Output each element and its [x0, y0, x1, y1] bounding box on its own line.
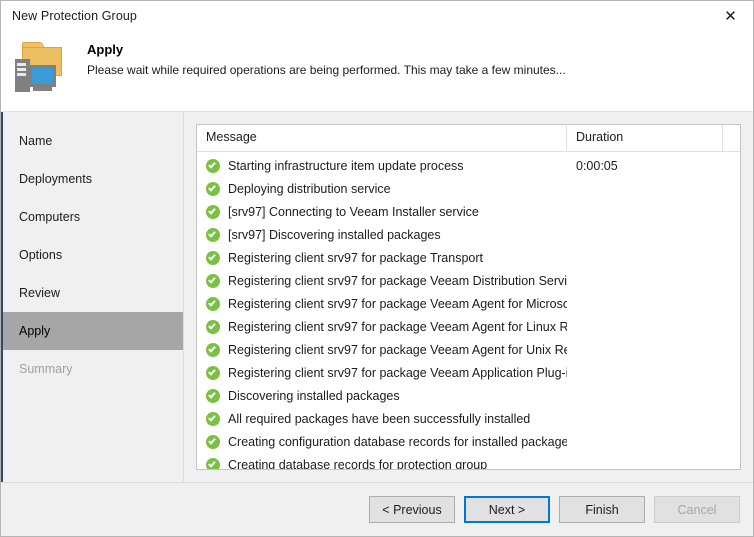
row-duration-cell: 0:00:05: [576, 158, 618, 173]
success-check-icon: [206, 204, 220, 219]
wizard-header: Apply Please wait while required operati…: [1, 31, 753, 111]
row-message-cell: Deploying distribution service: [197, 181, 567, 196]
monitor-screen-shape: [32, 68, 53, 84]
table-row[interactable]: Registering client srv97 for package Vee…: [197, 269, 740, 292]
row-message-cell: [srv97] Connecting to Veeam Installer se…: [197, 204, 567, 219]
success-check-icon: [206, 319, 220, 334]
next-button[interactable]: Next >: [464, 496, 550, 523]
table-row[interactable]: [srv97] Connecting to Veeam Installer se…: [197, 200, 740, 223]
row-message-text: Creating database records for protection…: [228, 457, 488, 470]
table-row[interactable]: Registering client srv97 for package Tra…: [197, 246, 740, 269]
success-check-icon: [206, 365, 220, 380]
row-message-cell: Registering client srv97 for package Tra…: [197, 250, 567, 265]
table-row[interactable]: Registering client srv97 for package Vee…: [197, 361, 740, 384]
row-message-text: Creating configuration database records …: [228, 434, 567, 449]
row-message-text: Starting infrastructure item update proc…: [228, 158, 464, 173]
row-message-text: Registering client srv97 for package Vee…: [228, 319, 567, 334]
row-message-cell: Registering client srv97 for package Vee…: [197, 365, 567, 380]
content-area: Message Duration Starting infrastructure…: [184, 112, 753, 482]
row-message-text: Registering client srv97 for package Vee…: [228, 296, 567, 311]
sidebar-item-computers[interactable]: Computers: [3, 198, 183, 236]
column-header-duration[interactable]: Duration: [567, 125, 723, 151]
table-row[interactable]: Registering client srv97 for package Vee…: [197, 338, 740, 361]
row-message-cell: Discovering installed packages: [197, 388, 567, 403]
row-message-cell: All required packages have been successf…: [197, 411, 567, 426]
grid-rows: Starting infrastructure item update proc…: [197, 152, 740, 469]
sidebar-item-deployments[interactable]: Deployments: [3, 160, 183, 198]
row-message-cell: Starting infrastructure item update proc…: [197, 158, 567, 173]
wizard-step-sidebar: Name Deployments Computers Options Revie…: [3, 112, 184, 482]
table-row[interactable]: [srv97] Discovering installed packages: [197, 223, 740, 246]
progress-log-grid: Message Duration Starting infrastructure…: [196, 124, 741, 470]
table-row[interactable]: Registering client srv97 for package Vee…: [197, 315, 740, 338]
sidebar-item-apply[interactable]: Apply: [3, 312, 183, 350]
row-message-cell: Registering client srv97 for package Vee…: [197, 342, 567, 357]
row-message-text: Registering client srv97 for package Vee…: [228, 365, 567, 380]
sidebar-item-name[interactable]: Name: [3, 122, 183, 160]
row-message-text: [srv97] Connecting to Veeam Installer se…: [228, 204, 479, 219]
server-tower-slot: [17, 73, 26, 76]
server-tower-slot: [17, 63, 26, 66]
row-message-cell: Registering client srv97 for package Vee…: [197, 319, 567, 334]
close-icon: ✕: [724, 6, 737, 25]
table-row[interactable]: Deploying distribution service: [197, 177, 740, 200]
table-row[interactable]: Creating configuration database records …: [197, 430, 740, 453]
title-bar: New Protection Group ✕: [1, 1, 753, 31]
success-check-icon: [206, 411, 220, 426]
cancel-button: Cancel: [654, 496, 740, 523]
column-header-extra[interactable]: [723, 125, 740, 151]
table-row[interactable]: Starting infrastructure item update proc…: [197, 154, 740, 177]
row-message-cell: Registering client srv97 for package Vee…: [197, 273, 567, 288]
finish-button[interactable]: Finish: [559, 496, 645, 523]
success-check-icon: [206, 273, 220, 288]
success-check-icon: [206, 388, 220, 403]
previous-button[interactable]: < Previous: [369, 496, 455, 523]
protection-group-icon: [13, 39, 71, 97]
success-check-icon: [206, 181, 220, 196]
success-check-icon: [206, 457, 220, 469]
row-message-text: Registering client srv97 for package Vee…: [228, 342, 567, 357]
row-message-cell: Creating database records for protection…: [197, 457, 567, 470]
grid-header-row: Message Duration: [197, 125, 740, 152]
table-row[interactable]: All required packages have been successf…: [197, 407, 740, 430]
row-message-text: Discovering installed packages: [228, 388, 400, 403]
row-message-text: All required packages have been successf…: [228, 411, 531, 426]
row-message-text: [srv97] Discovering installed packages: [228, 227, 441, 242]
sidebar-item-summary: Summary: [19, 362, 73, 376]
row-message-cell: Registering client srv97 for package Vee…: [197, 296, 567, 311]
page-subtitle: Please wait while required operations ar…: [87, 63, 566, 77]
dialog-footer: < Previous Next > Finish Cancel: [1, 482, 753, 536]
window-title: New Protection Group: [12, 9, 137, 23]
sidebar-item-options[interactable]: Options: [3, 236, 183, 274]
column-header-message[interactable]: Message: [197, 125, 567, 151]
row-message-cell: [srv97] Discovering installed packages: [197, 227, 567, 242]
success-check-icon: [206, 250, 220, 265]
row-message-text: Deploying distribution service: [228, 181, 391, 196]
table-row[interactable]: Creating database records for protection…: [197, 453, 740, 469]
row-message-text: Registering client srv97 for package Vee…: [228, 273, 567, 288]
header-text-block: Apply Please wait while required operati…: [71, 36, 566, 77]
success-check-icon: [206, 434, 220, 449]
row-message-cell: Creating configuration database records …: [197, 434, 567, 449]
monitor-stand-shape: [33, 87, 52, 91]
row-message-text: Registering client srv97 for package Tra…: [228, 250, 483, 265]
new-protection-group-dialog: New Protection Group ✕ Apply Please wait…: [0, 0, 754, 537]
dialog-body: Name Deployments Computers Options Revie…: [1, 111, 753, 482]
server-tower-slot: [17, 68, 26, 71]
success-check-icon: [206, 227, 220, 242]
sidebar-item-review[interactable]: Review: [3, 274, 183, 312]
table-row[interactable]: Discovering installed packages: [197, 384, 740, 407]
page-title: Apply: [87, 42, 124, 57]
success-check-icon: [206, 342, 220, 357]
table-row[interactable]: Registering client srv97 for package Vee…: [197, 292, 740, 315]
success-check-icon: [206, 158, 220, 173]
success-check-icon: [206, 296, 220, 311]
close-button[interactable]: ✕: [708, 2, 753, 31]
